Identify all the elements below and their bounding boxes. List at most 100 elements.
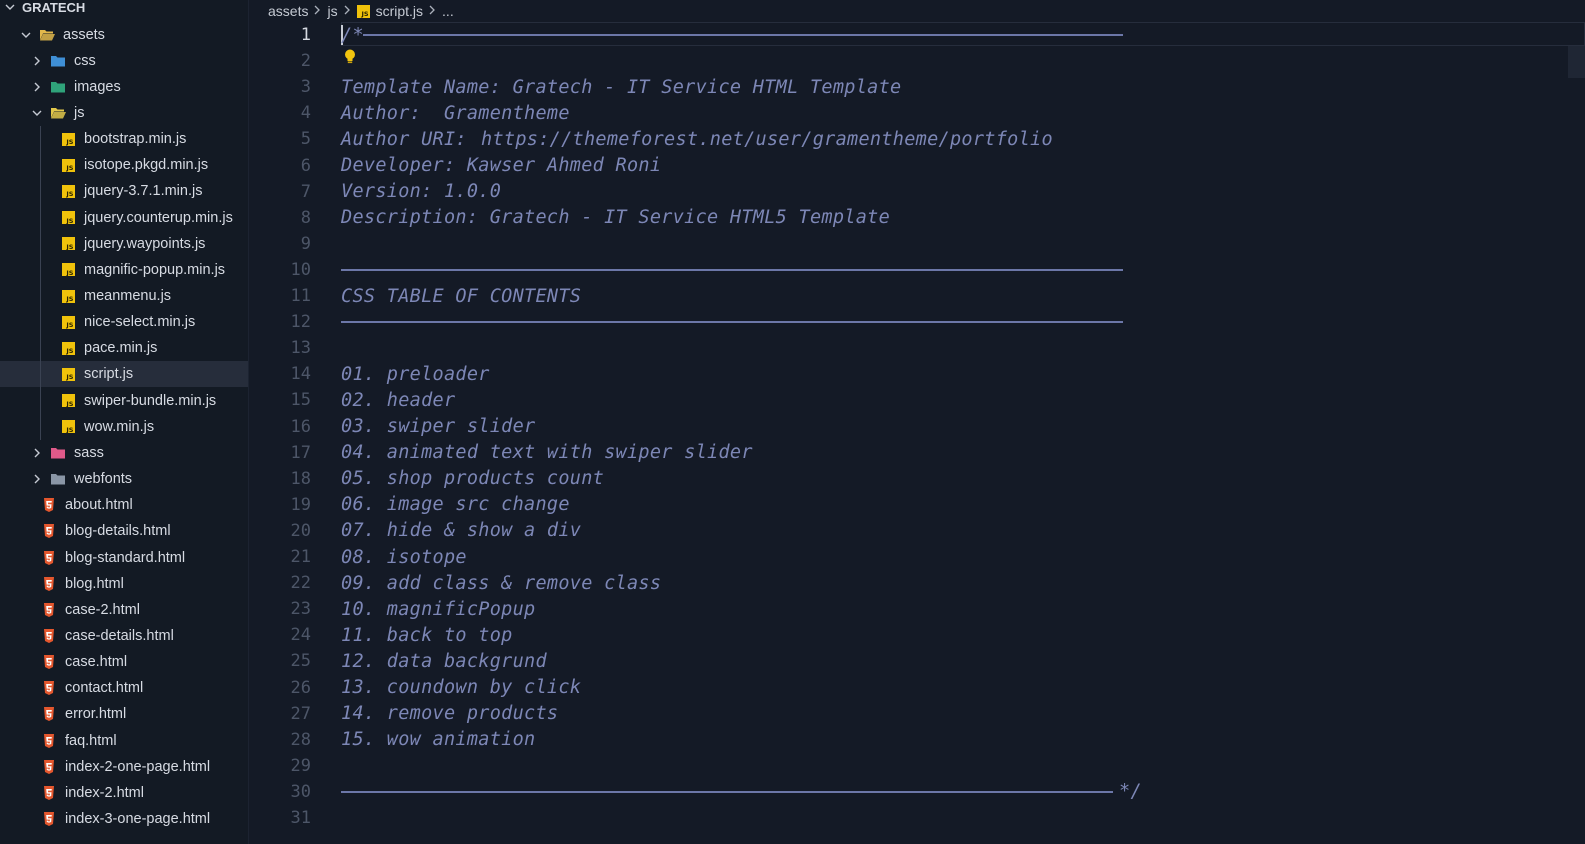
sidebar-item-index-3-one-page-html[interactable]: index-3-one-page.html xyxy=(0,806,248,832)
sidebar-item-case-2-html[interactable]: case-2.html xyxy=(0,597,248,623)
sidebar-item-label: css xyxy=(74,52,96,69)
sidebar-item-swiper-bundle-min-js[interactable]: JS swiper-bundle.min.js xyxy=(0,388,248,414)
chevron-right-icon[interactable] xyxy=(29,445,45,461)
sidebar-item-images[interactable]: images xyxy=(0,74,248,100)
line-number: 7 xyxy=(300,181,311,202)
chevron-right-icon xyxy=(428,4,437,18)
scrollbar-slider[interactable] xyxy=(1568,46,1585,78)
sidebar-item-label: faq.html xyxy=(65,732,117,749)
sidebar-item-bootstrap-min-js[interactable]: JS bootstrap.min.js xyxy=(0,126,248,152)
sidebar-item-label: meanmenu.js xyxy=(84,288,172,304)
line-number: 18 xyxy=(290,468,311,489)
author-uri-link[interactable]: https://themeforest.net/user/gramentheme… xyxy=(481,129,1053,150)
line-number: 5 xyxy=(300,129,311,150)
sidebar-item-contact-html[interactable]: contact.html xyxy=(0,675,248,701)
code-line: 31 xyxy=(249,805,1585,831)
code-line: 23 10. magnificPopup xyxy=(249,596,1585,622)
breadcrumb-symbol[interactable]: ... xyxy=(442,3,454,19)
chevron-right-icon[interactable] xyxy=(29,79,45,95)
sidebar-item-blog-details-html[interactable]: blog-details.html xyxy=(0,518,248,544)
sidebar-item-label: sass xyxy=(74,444,104,461)
line-number: 15 xyxy=(290,390,311,411)
code-editor[interactable]: 1/* 2 3 Template Name: Gratech - IT Service… xyxy=(249,22,1585,844)
chevron-down-icon[interactable] xyxy=(18,27,34,43)
code-text: 14. remove products xyxy=(341,703,559,725)
code-line: 19 06. image src change xyxy=(249,492,1585,518)
code-line: 10 xyxy=(249,257,1585,283)
chevron-right-icon xyxy=(313,4,322,18)
breadcrumb-file[interactable]: script.js xyxy=(376,3,423,19)
sidebar-item-label: nice-select.min.js xyxy=(84,314,196,331)
sidebar-item-index-2-html[interactable]: index-2.html xyxy=(0,780,248,806)
sidebar-item-sass[interactable]: sass xyxy=(0,440,248,466)
code-line: 26 13. coundown by click xyxy=(249,675,1585,701)
html-file-icon xyxy=(40,602,58,618)
code-text: 15. wow animation xyxy=(341,729,536,751)
chevron-right-icon xyxy=(343,4,352,18)
js-file-icon: JS xyxy=(59,157,77,173)
code-text: 03. swiper slider xyxy=(341,416,536,437)
sidebar-item-nice-select-min-js[interactable]: JS nice-select.min.js xyxy=(0,309,248,335)
sidebar-item-script-js[interactable]: JS script.js xyxy=(0,361,248,388)
chevron-right-icon[interactable] xyxy=(29,471,45,487)
code-text: 04. animated text with swiper slider xyxy=(341,442,753,464)
code-line: 9 xyxy=(249,231,1585,257)
code-text: Template Name: Gratech - IT Service HTML… xyxy=(341,76,902,98)
explorer-root[interactable]: GRATECH xyxy=(0,0,248,18)
sidebar-item-case-html[interactable]: case.html xyxy=(0,649,248,675)
html-file-icon xyxy=(40,706,58,722)
line-number: 28 xyxy=(290,729,311,750)
line-number: 8 xyxy=(300,207,311,228)
sidebar-item-wow-min-js[interactable]: JS wow.min.js xyxy=(0,414,248,440)
sidebar-item-assets[interactable]: assets xyxy=(0,22,248,48)
sidebar-item-meanmenu-js[interactable]: JS meanmenu.js xyxy=(0,283,248,309)
comment-rule xyxy=(363,34,1123,36)
code-line: 8 Description: Gratech - IT Service HTML5… xyxy=(249,205,1585,231)
sidebar-item-jquery-counterup-min-js[interactable]: JS jquery.counterup.min.js xyxy=(0,205,248,231)
sidebar-item-jquery-waypoints-js[interactable]: JS jquery.waypoints.js xyxy=(0,231,248,257)
chevron-right-icon[interactable] xyxy=(29,53,45,69)
code-line: 24 11. back to top xyxy=(249,622,1585,648)
code-line: 1 /* xyxy=(249,22,1585,48)
code-line: 7 Version: 1.0.0 xyxy=(249,179,1585,205)
line-number: 31 xyxy=(290,808,311,828)
sidebar-item-css[interactable]: css xyxy=(0,48,248,74)
breadcrumb-js[interactable]: js xyxy=(327,3,337,19)
sidebar-item-label: webfonts xyxy=(74,471,133,488)
sidebar-item-error-html[interactable]: error.html xyxy=(0,701,248,727)
sidebar-item-label: contact.html xyxy=(65,680,144,697)
code-line: 30 */ xyxy=(249,779,1585,805)
sidebar-item-label: jquery.counterup.min.js xyxy=(84,209,233,226)
explorer-root-label: GRATECH xyxy=(22,0,86,15)
line-number: 9 xyxy=(300,233,311,254)
lightbulb-icon[interactable] xyxy=(343,48,357,71)
sidebar-item-case-details-html[interactable]: case-details.html xyxy=(0,623,248,649)
sidebar-item-about-html[interactable]: about.html xyxy=(0,492,248,518)
code-line: 5 Author URI: https://themeforest.net/use… xyxy=(249,126,1585,152)
sidebar-item-index-2-one-page-html[interactable]: index-2-one-page.html xyxy=(0,754,248,780)
sidebar-item-webfonts[interactable]: webfonts xyxy=(0,466,248,492)
sidebar-item-label: script.js xyxy=(84,366,134,383)
chevron-down-icon[interactable] xyxy=(29,105,45,121)
sidebar-item-label: isotope.pkgd.min.js xyxy=(84,157,209,174)
sidebar-item-magnific-popup-min-js[interactable]: JS magnific-popup.min.js xyxy=(0,257,248,283)
sidebar-item-label: index-2.html xyxy=(65,784,144,801)
comment-rule xyxy=(341,790,1113,793)
sidebar-item-isotope-pkgd-min-js[interactable]: JS isotope.pkgd.min.js xyxy=(0,152,248,178)
breadcrumb: assets js JS script.js ... xyxy=(249,0,1585,22)
html-file-icon xyxy=(40,811,58,827)
code-text: 12. data backgrund xyxy=(341,650,547,672)
sidebar-item-label: wow.min.js xyxy=(84,418,155,435)
sidebar-item-label: assets xyxy=(63,26,105,43)
sidebar-item-pace-min-js[interactable]: JS pace.min.js xyxy=(0,335,248,361)
code-line: 3 Template Name: Gratech - IT Service HTM… xyxy=(249,74,1585,100)
sidebar-item-jquery-3-7-1-min-js[interactable]: JS jquery-3.7.1.min.js xyxy=(0,178,248,204)
breadcrumb-assets[interactable]: assets xyxy=(268,3,308,19)
sidebar-item-blog-standard-html[interactable]: blog-standard.html xyxy=(0,545,248,571)
html-file-icon xyxy=(40,550,58,566)
code-line: 2 xyxy=(249,48,1585,74)
sidebar-item-js[interactable]: js xyxy=(0,100,248,126)
sidebar-item-blog-html[interactable]: blog.html xyxy=(0,571,248,597)
sidebar-item-faq-html[interactable]: faq.html xyxy=(0,728,248,754)
code-text: 05. shop products count xyxy=(341,468,605,490)
